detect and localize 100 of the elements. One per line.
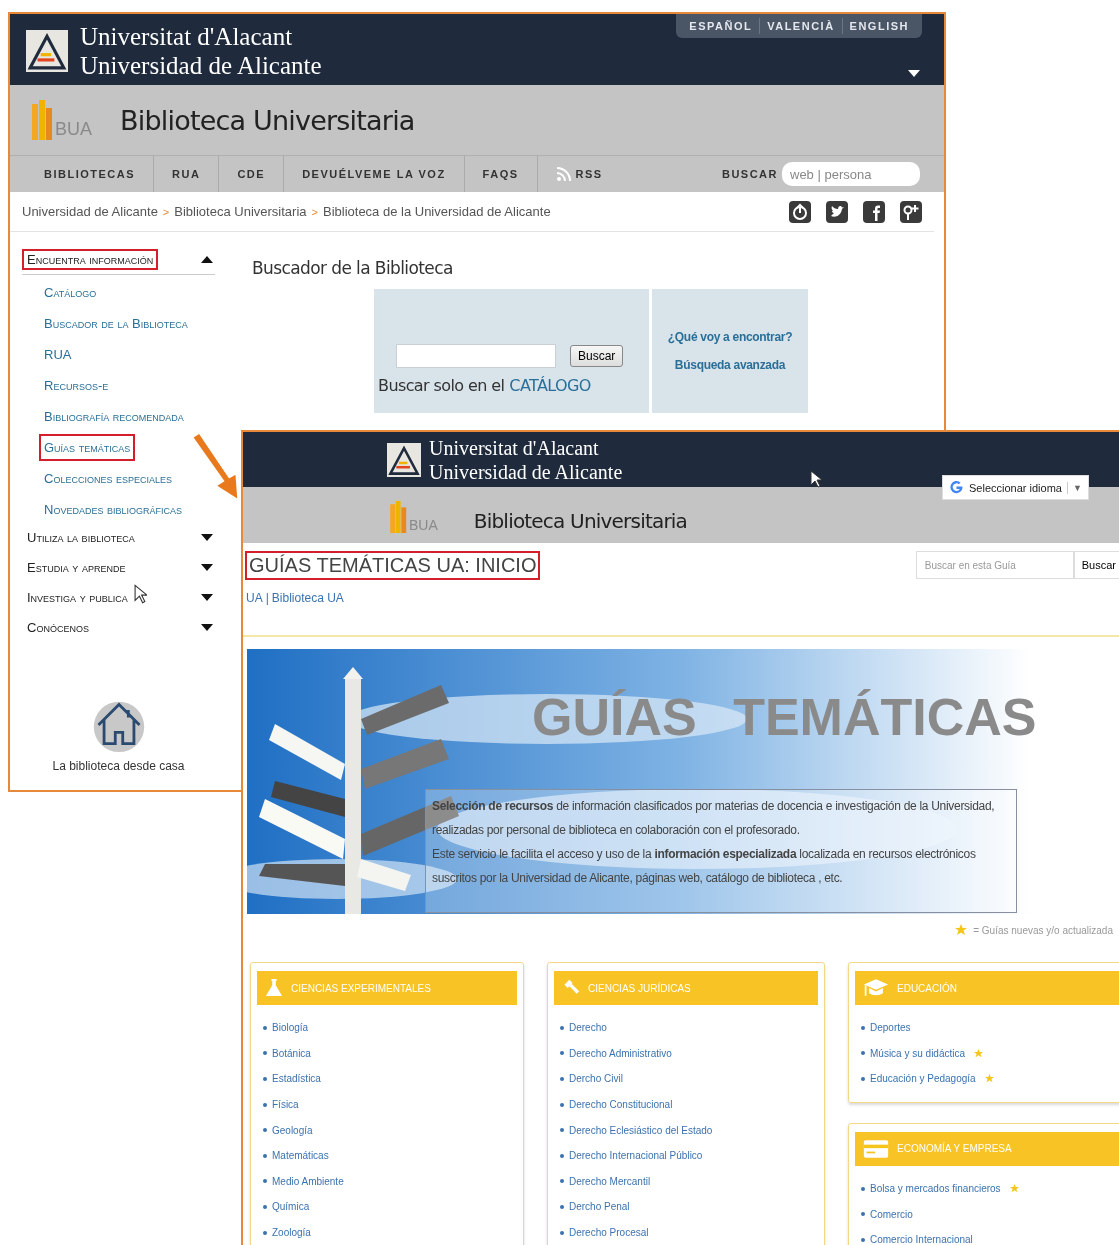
sidebar-section[interactable]: Utiliza la biblioteca [22, 527, 140, 548]
books-icon [32, 100, 54, 140]
card-icon [863, 1138, 889, 1159]
language-selector[interactable]: Seleccionar idioma ▼ [942, 475, 1089, 500]
bullet-icon [263, 1204, 267, 1209]
home-link[interactable]: La biblioteca desde casa [52, 759, 185, 773]
guide-link[interactable]: Medio Ambiente [272, 1175, 344, 1187]
bullet-icon [560, 1102, 564, 1107]
guide-link[interactable]: Comercio Internacional [870, 1234, 973, 1245]
section-title: Buscador de la Biblioteca [252, 258, 453, 278]
sidebar-section[interactable]: Conócenos [22, 617, 94, 638]
guide-link[interactable]: Geología [272, 1124, 313, 1136]
guide-link[interactable]: Estadística [272, 1073, 321, 1085]
cursor-icon [134, 584, 147, 604]
search-field[interactable]: web | persona [782, 162, 920, 186]
search-field[interactable]: Buscar en esta Guía [915, 551, 1074, 579]
guide-link[interactable]: Derecho Internacional Público [569, 1150, 703, 1162]
rss-icon [555, 166, 572, 182]
guide-link[interactable]: Biología [272, 1022, 309, 1034]
bullet-icon [861, 1025, 865, 1030]
expand-icon[interactable] [201, 624, 213, 631]
description-text: Selección de recursos de información clasificados por materias de docencia e investigación de la Universidad, realizadas por personal de biblioteca en colaboración con el profesorado. [432, 798, 996, 839]
sidebar-item[interactable]: Colecciones especiales [39, 465, 178, 492]
breadcrumb-link[interactable]: Biblioteca de la Universidad de Alicante [322, 204, 551, 219]
university-name: Universitat d'Alacant [429, 435, 600, 460]
guide-link[interactable]: Zoología [272, 1227, 311, 1239]
guide-link[interactable]: Música y su didáctica [870, 1047, 966, 1059]
sidebar-item[interactable]: RUA [39, 341, 77, 368]
bullet-icon [263, 1077, 267, 1081]
bullet-icon [263, 1128, 267, 1133]
guide-link[interactable]: Matemáticas [272, 1150, 329, 1162]
catalog-link[interactable]: CATÁLOGO [509, 376, 591, 395]
language-link[interactable]: ENGLISH [841, 18, 916, 34]
breadcrumb-link[interactable]: Universidad de Alicante [22, 204, 158, 219]
guide-link[interactable]: Derecho Constitucional [569, 1099, 673, 1111]
facebook-icon[interactable] [863, 200, 885, 223]
help-link[interactable]: Búsqueda avanzada [674, 358, 786, 372]
rss-link[interactable]: RSS [537, 156, 621, 192]
google-plus-icon[interactable] [900, 200, 922, 223]
guide-link[interactable]: Derecho Procesal [569, 1227, 649, 1239]
expand-icon[interactable] [201, 534, 213, 541]
language-link[interactable]: VALENCIÀ [759, 18, 842, 34]
sidebar-item[interactable]: Guías temáticas [39, 434, 136, 461]
logo-text: BUA [55, 119, 92, 140]
guide-link[interactable]: Derecho Eclesiástico del Estado [569, 1124, 713, 1136]
sidebar-item[interactable]: Bibliografía recomendada [39, 403, 189, 430]
bullet-icon [861, 1077, 865, 1081]
breadcrumb-separator: > [311, 205, 318, 218]
language-link[interactable]: ESPAÑOL [682, 18, 760, 34]
bullet-icon [263, 1051, 267, 1056]
sidebar-section[interactable]: Encuentra información [22, 249, 159, 270]
breadcrumb-link[interactable]: Biblioteca UA [271, 591, 344, 605]
guide-link[interactable]: Dercho Penal [569, 1201, 630, 1213]
bullet-icon [861, 1237, 865, 1242]
sidebar-item[interactable]: Recursos-e [39, 372, 114, 399]
sidebar-item[interactable]: Buscador de la Biblioteca [39, 310, 193, 337]
guide-link[interactable]: Bolsa y mercados financieros [870, 1183, 1001, 1195]
nav-link[interactable]: CDE [219, 156, 285, 192]
nav-link[interactable]: BIBLIOTECAS [24, 156, 155, 192]
sidebar-item[interactable]: Catálogo [39, 279, 102, 306]
guide-link[interactable]: Química [272, 1201, 310, 1213]
guide-link[interactable]: Deportes [870, 1022, 911, 1034]
bullet-icon [560, 1077, 564, 1081]
help-link[interactable]: ¿Qué voy a encontrar? [667, 330, 793, 344]
bullet-icon [560, 1153, 564, 1158]
breadcrumb-link[interactable]: Biblioteca Universitaria [174, 204, 307, 219]
search-field[interactable] [396, 344, 556, 368]
sidebar-item[interactable]: Novedades bibliográficas [39, 496, 188, 523]
collapse-icon[interactable] [201, 256, 213, 263]
nav-link[interactable]: RUA [154, 156, 220, 192]
link-separator: | [265, 591, 269, 605]
guide-link[interactable]: Física [272, 1099, 299, 1111]
guide-link[interactable]: Derecho [569, 1022, 607, 1034]
search-button[interactable]: Buscar [1073, 551, 1119, 579]
guide-link[interactable]: Dercho Civil [569, 1073, 623, 1085]
guide-link[interactable]: Derecho Administrativo [569, 1047, 672, 1059]
scope-text: Buscar solo en el [378, 376, 505, 395]
twitter-icon[interactable] [826, 200, 848, 223]
cursor-icon [810, 470, 822, 488]
sidebar-section[interactable]: Investiga y publica [22, 587, 133, 608]
expand-icon[interactable] [201, 594, 213, 601]
caret-icon[interactable] [908, 70, 920, 77]
bullet-icon [560, 1230, 564, 1235]
bullet-icon [263, 1179, 267, 1184]
nav-link[interactable]: FAQS [464, 156, 538, 192]
guide-link[interactable]: Derecho Mercantil [569, 1175, 651, 1187]
search-button[interactable]: Buscar [570, 345, 624, 367]
bullet-icon [560, 1051, 564, 1056]
nav-link[interactable]: DEVUÉLVEME LA VOZ [284, 156, 465, 192]
sidebar-section[interactable]: Estudia y aprende [22, 557, 131, 578]
university-name: Universidad de Alicante [80, 51, 322, 80]
bullet-icon [560, 1179, 564, 1184]
university-name: Universitat d'Alacant [80, 22, 294, 51]
guide-link[interactable]: Botánica [272, 1047, 311, 1059]
expand-icon[interactable] [201, 564, 213, 571]
bullet-icon [560, 1128, 564, 1133]
guide-link[interactable]: Comercio [870, 1208, 913, 1220]
bullet-icon [263, 1230, 267, 1235]
guide-link[interactable]: Educación y Pedagogía [870, 1073, 976, 1085]
breadcrumb-link[interactable]: UA [246, 591, 263, 605]
